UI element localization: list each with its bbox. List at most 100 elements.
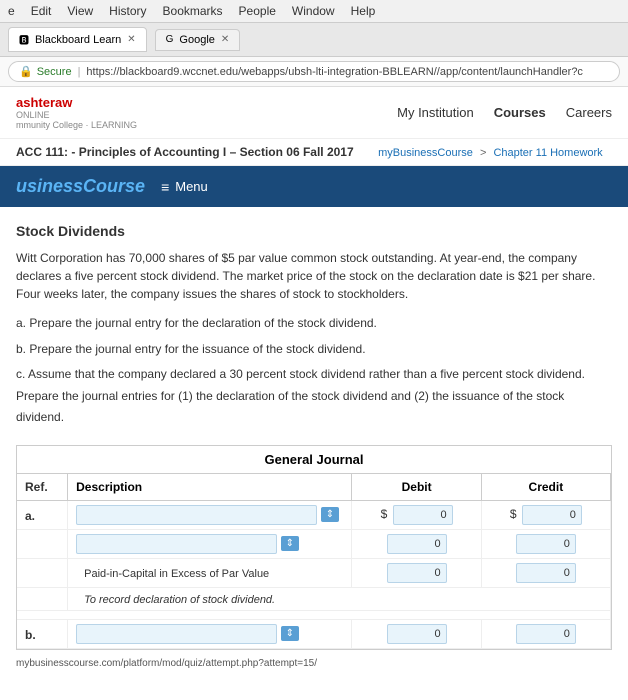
section-title: Stock Dividends — [16, 223, 612, 239]
nav-myinstitution[interactable]: My Institution — [397, 105, 474, 120]
debit-input-a1[interactable] — [393, 505, 453, 525]
blackboard-icon: 🅱 — [19, 32, 29, 47]
desc-input-a1[interactable] — [76, 505, 317, 525]
page-content: ashteraw ONLINE mmunity College · LEARNI… — [0, 87, 628, 685]
debit-input-a3[interactable] — [387, 563, 447, 583]
instruction-b: b. Prepare the journal entry for the iss… — [16, 339, 612, 361]
journal-table: General Journal Ref. Description Debit C… — [16, 445, 612, 650]
tab-blackboard[interactable]: 🅱 Blackboard Learn ✕ — [8, 27, 147, 52]
paid-in-capital-label: Paid-in-Capital in Excess of Par Value — [76, 568, 269, 580]
address-bar[interactable]: 🔒 Secure | https://blackboard9.wccnet.ed… — [8, 61, 620, 82]
desc-a1: ⇕ — [68, 500, 352, 529]
col-debit: Debit — [352, 474, 481, 501]
credit-a3 — [481, 558, 610, 587]
note-label: To record declaration of stock dividend. — [76, 594, 275, 606]
secure-label: Secure — [37, 66, 72, 78]
logo-sub1: ONLINE — [16, 110, 137, 120]
site-header: ashteraw ONLINE mmunity College · LEARNI… — [0, 87, 628, 139]
desc-a3: Paid-in-Capital in Excess of Par Value — [68, 558, 352, 587]
tab-blackboard-close[interactable]: ✕ — [127, 34, 135, 45]
credit-input-a3[interactable] — [516, 563, 576, 583]
desc-input-wrapper-a2: ⇕ — [76, 534, 343, 554]
nav-careers[interactable]: Careers — [566, 105, 612, 120]
menu-view[interactable]: View — [67, 4, 93, 18]
table-row-a1: a. ⇕ $ $ — [17, 500, 611, 529]
debit-a3 — [352, 558, 481, 587]
desc-arrow-b[interactable]: ⇕ — [281, 626, 299, 641]
row-spacer — [17, 610, 611, 619]
ref-a: a. — [17, 500, 68, 529]
desc-arrow-a1[interactable]: ⇕ — [321, 507, 339, 522]
table-row-a3: Paid-in-Capital in Excess of Par Value — [17, 558, 611, 587]
table-row-b: b. ⇕ — [17, 619, 611, 648]
breadcrumb-path: myBusinessCourse > Chapter 11 Homework — [378, 147, 603, 159]
breadcrumb-sep: > — [480, 147, 486, 159]
ref-b: b. — [17, 619, 68, 648]
menu-people[interactable]: People — [239, 4, 276, 18]
table-row-note: To record declaration of stock dividend. — [17, 587, 611, 610]
menu-edit[interactable]: Edit — [31, 4, 52, 18]
credit-a1: $ — [481, 500, 610, 529]
browser-tab-bar: 🅱 Blackboard Learn ✕ G Google ✕ — [0, 23, 628, 57]
desc-input-b[interactable] — [76, 624, 277, 644]
tab-google-close[interactable]: ✕ — [221, 34, 229, 45]
nav-courses[interactable]: Courses — [494, 105, 546, 120]
debit-a1: $ — [352, 500, 481, 529]
tab-google[interactable]: G Google ✕ — [155, 29, 241, 51]
col-desc: Description — [68, 474, 352, 501]
breadcrumb-path1[interactable]: myBusinessCourse — [378, 147, 473, 159]
lock-icon: 🔒 — [19, 65, 33, 78]
logo-sub2: mmunity College · LEARNING — [16, 120, 137, 130]
breadcrumb-path2[interactable]: Chapter 11 Homework — [493, 147, 602, 159]
credit-b — [481, 619, 610, 648]
ref-a2 — [17, 529, 68, 558]
desc-input-wrapper-a1: ⇕ — [76, 505, 343, 525]
instructions: a. Prepare the journal entry for the dec… — [16, 313, 612, 429]
course-title: ACC 111: - Principles of Accounting I – … — [16, 145, 354, 159]
debit-a2 — [352, 529, 481, 558]
credit-input-b[interactable] — [516, 624, 576, 644]
tab-blackboard-label: Blackboard Learn — [35, 34, 121, 46]
menu-window[interactable]: Window — [292, 4, 335, 18]
menu-bookmarks[interactable]: Bookmarks — [163, 4, 223, 18]
course-name: usinessCourse — [16, 176, 145, 197]
hamburger-icon: ≡ — [161, 179, 169, 195]
site-nav: My Institution Courses Careers — [397, 105, 612, 120]
site-logo: ashteraw ONLINE mmunity College · LEARNI… — [16, 95, 137, 130]
menu-label: Menu — [175, 179, 208, 194]
desc-arrow-a2[interactable]: ⇕ — [281, 536, 299, 551]
menu-help[interactable]: Help — [351, 4, 376, 18]
browser-menu-bar: e Edit View History Bookmarks People Win… — [0, 0, 628, 23]
credit-a2 — [481, 529, 610, 558]
url-text: https://blackboard9.wccnet.edu/webapps/u… — [86, 66, 583, 78]
col-ref: Ref. — [17, 474, 68, 501]
google-icon: G — [166, 34, 174, 45]
logo-brand: ashteraw — [16, 95, 72, 110]
credit-input-a1[interactable] — [522, 505, 582, 525]
menu-history[interactable]: History — [109, 4, 146, 18]
ref-a3 — [17, 558, 68, 587]
desc-input-wrapper-b: ⇕ — [76, 624, 343, 644]
table-title: General Journal — [17, 446, 611, 474]
browser-address-bar: 🔒 Secure | https://blackboard9.wccnet.ed… — [0, 57, 628, 87]
bottom-url: mybusinesscourse.com/platform/mod/quiz/a… — [16, 658, 612, 669]
debit-b — [352, 619, 481, 648]
instruction-c: c. Assume that the company declared a 30… — [16, 364, 612, 429]
debit-input-b[interactable] — [387, 624, 447, 644]
desc-b: ⇕ — [68, 619, 352, 648]
col-credit: Credit — [481, 474, 610, 501]
note-cell: To record declaration of stock dividend. — [68, 587, 611, 610]
table-row-a2: ⇕ — [17, 529, 611, 558]
main-content: Stock Dividends Witt Corporation has 70,… — [0, 207, 628, 685]
tab-google-label: Google — [179, 34, 214, 46]
credit-input-a2[interactable] — [516, 534, 576, 554]
desc-input-a2[interactable] — [76, 534, 277, 554]
menu-button[interactable]: ≡ Menu — [161, 179, 208, 195]
instruction-a: a. Prepare the journal entry for the dec… — [16, 313, 612, 335]
description-text: Witt Corporation has 70,000 shares of $5… — [16, 249, 612, 303]
debit-input-a2[interactable] — [387, 534, 447, 554]
breadcrumb-bar: ACC 111: - Principles of Accounting I – … — [0, 139, 628, 166]
menu-e[interactable]: e — [8, 4, 15, 18]
course-bar: usinessCourse ≡ Menu — [0, 166, 628, 207]
desc-a2: ⇕ — [68, 529, 352, 558]
